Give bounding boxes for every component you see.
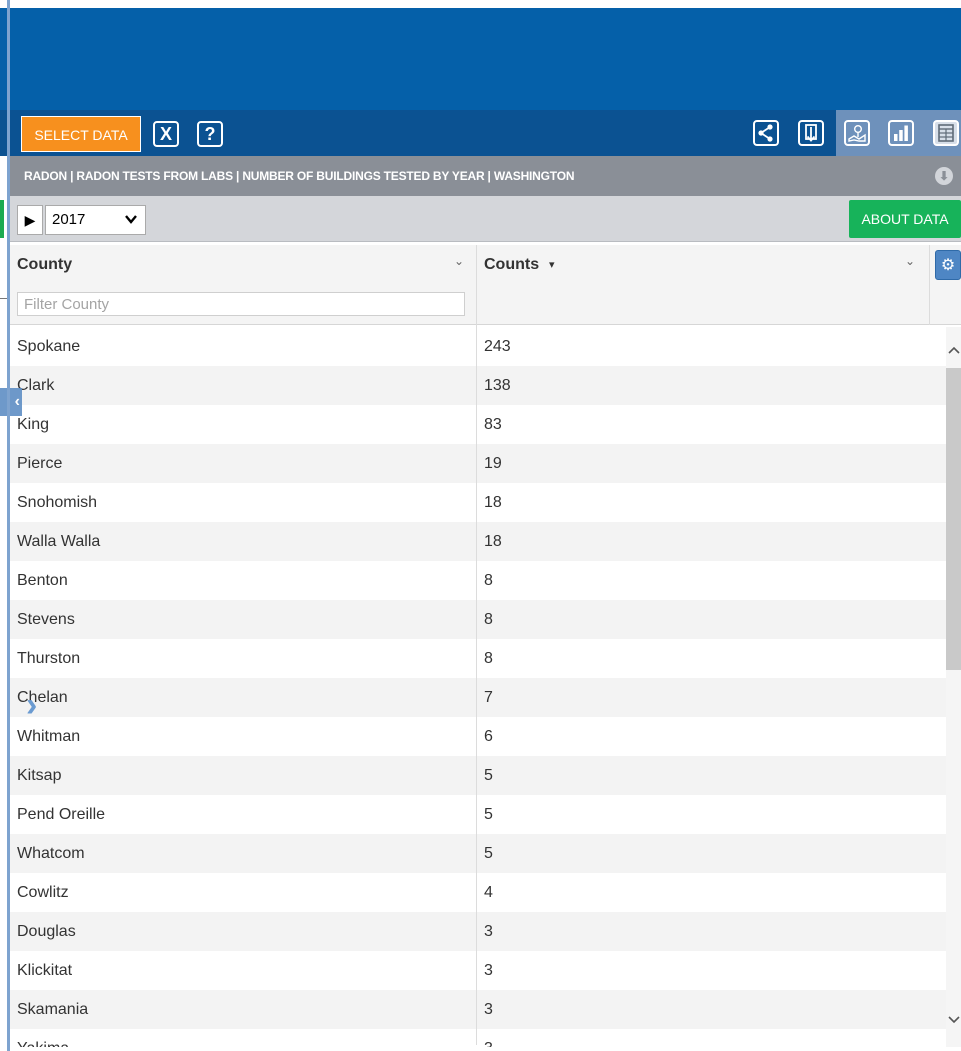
- select-data-button[interactable]: SELECT DATA: [21, 116, 141, 152]
- county-cell: Whatcom: [17, 845, 85, 862]
- chart-view-icon[interactable]: [888, 120, 914, 146]
- count-cell: 8: [484, 611, 493, 628]
- download-icon[interactable]: [798, 120, 824, 146]
- county-column-header[interactable]: County: [17, 256, 72, 274]
- table-row[interactable]: Whitman 6: [10, 717, 946, 756]
- county-cell: Spokane: [17, 338, 81, 355]
- sort-descending-icon[interactable]: ▾: [549, 258, 555, 271]
- clear-button[interactable]: X: [153, 121, 179, 147]
- county-cell: Snohomish: [17, 494, 98, 511]
- table-row[interactable]: Pend Oreille 5: [10, 795, 946, 834]
- page-banner: [0, 0, 961, 110]
- table-row[interactable]: Cowlitz 4: [10, 873, 946, 912]
- county-cell: Benton: [17, 572, 68, 589]
- county-cell: Clark: [17, 377, 55, 394]
- left-edge-rule: [7, 0, 10, 1051]
- table-row[interactable]: Yakima 3: [10, 1029, 946, 1047]
- green-side-tab[interactable]: [0, 200, 4, 238]
- expand-panel-icon[interactable]: ›: [26, 688, 37, 722]
- count-cell: 83: [484, 416, 502, 433]
- play-button[interactable]: ▶: [17, 205, 43, 235]
- county-cell: Skamania: [17, 1001, 89, 1018]
- county-cell: Yakima: [17, 1029, 69, 1047]
- county-column-menu-icon[interactable]: ⌄: [454, 254, 464, 268]
- table-row[interactable]: Douglas 3: [10, 912, 946, 951]
- scroll-up-icon[interactable]: [946, 342, 961, 358]
- count-cell: 3: [484, 1001, 493, 1018]
- table-row[interactable]: King 83: [10, 405, 946, 444]
- counts-column-header[interactable]: Counts: [484, 256, 539, 274]
- county-cell: Douglas: [17, 923, 76, 940]
- banner-top-edge: [0, 0, 961, 8]
- count-cell: 19: [484, 455, 502, 472]
- counts-column-menu-icon[interactable]: ⌄: [905, 254, 915, 268]
- count-cell: 8: [484, 572, 493, 589]
- table-row[interactable]: Benton 8: [10, 561, 946, 600]
- table-row[interactable]: Kitsap 5: [10, 756, 946, 795]
- table-row[interactable]: Skamania 3: [10, 990, 946, 1029]
- download-circle-icon[interactable]: ⬇: [935, 167, 953, 185]
- scroll-down-icon[interactable]: [946, 1012, 961, 1028]
- county-cell: Stevens: [17, 611, 75, 628]
- county-cell: Pend Oreille: [17, 806, 106, 823]
- count-cell: 5: [484, 767, 493, 784]
- table-row[interactable]: Clark 138: [10, 366, 946, 405]
- help-button[interactable]: ?: [197, 121, 223, 147]
- table-row[interactable]: Spokane 243: [10, 327, 946, 366]
- county-cell: Cowlitz: [17, 884, 69, 901]
- map-view-icon[interactable]: [844, 120, 870, 146]
- count-cell: 18: [484, 533, 502, 550]
- count-cell: 5: [484, 845, 493, 862]
- county-cell: Chelan: [17, 689, 68, 706]
- table-row[interactable]: Klickitat 3: [10, 951, 946, 990]
- count-cell: 3: [484, 1029, 493, 1047]
- count-cell: 4: [484, 884, 493, 901]
- table-row[interactable]: Snohomish 18: [10, 483, 946, 522]
- table-row[interactable]: Thurston 8: [10, 639, 946, 678]
- county-cell: Klickitat: [17, 962, 73, 979]
- chevron-down-icon[interactable]: [124, 205, 138, 235]
- table-row[interactable]: Pierce 19: [10, 444, 946, 483]
- filter-county-input[interactable]: [17, 292, 465, 316]
- table-row[interactable]: Whatcom 5: [10, 834, 946, 873]
- count-cell: 7: [484, 689, 493, 706]
- collapse-panel-icon[interactable]: ‹: [0, 388, 22, 416]
- count-cell: 3: [484, 923, 493, 940]
- table-row[interactable]: Walla Walla 18: [10, 522, 946, 561]
- county-cell: Pierce: [17, 455, 63, 472]
- count-cell: 5: [484, 806, 493, 823]
- count-cell: 18: [484, 494, 502, 511]
- count-cell: 243: [484, 338, 511, 355]
- table-row[interactable]: Stevens 8: [10, 600, 946, 639]
- count-cell: 8: [484, 650, 493, 667]
- column-divider: [476, 245, 477, 1045]
- county-cell: Kitsap: [17, 767, 62, 784]
- about-data-button[interactable]: ABOUT DATA: [849, 200, 961, 238]
- share-icon[interactable]: [753, 120, 779, 146]
- count-cell: 6: [484, 728, 493, 745]
- count-cell: 138: [484, 377, 511, 394]
- county-cell: Thurston: [17, 650, 81, 667]
- scrollbar-thumb[interactable]: [946, 368, 961, 670]
- count-cell: 3: [484, 962, 493, 979]
- page-title: RADON | RADON TESTS FROM LABS | NUMBER O…: [24, 169, 575, 183]
- year-control-bar: [10, 196, 961, 242]
- table-view-icon[interactable]: [933, 120, 959, 146]
- gear-icon[interactable]: ⚙: [935, 250, 961, 280]
- county-cell: Walla Walla: [17, 533, 101, 550]
- table-row[interactable]: Chelan 7: [10, 678, 946, 717]
- grid-body: Spokane 243 Clark 138 King 83 Pierce 19 Snohomis…: [10, 327, 946, 1047]
